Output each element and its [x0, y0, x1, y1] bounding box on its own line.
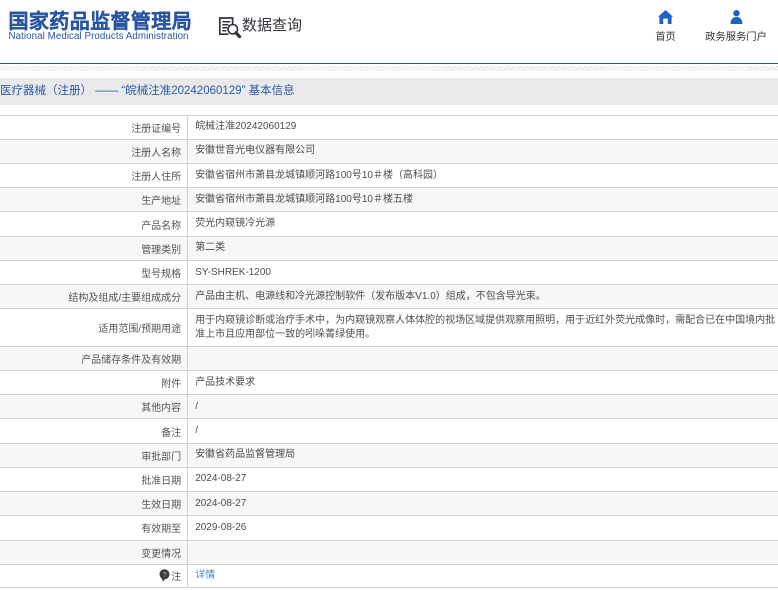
svg-text:?: ?	[163, 571, 167, 580]
